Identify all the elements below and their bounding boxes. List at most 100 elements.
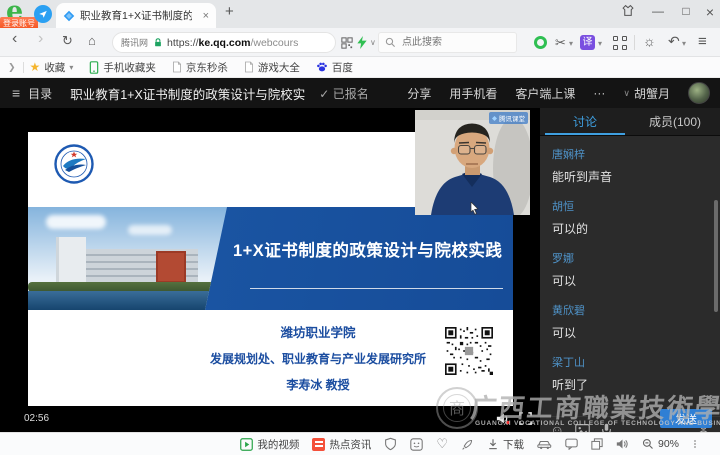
- star-icon: ★: [30, 60, 41, 74]
- search-input[interactable]: [400, 36, 500, 49]
- chat-tabs: 讨论 成员(100): [540, 108, 720, 136]
- hot-news-icon: [312, 438, 325, 451]
- scissors-dropdown-icon[interactable]: ▾: [569, 39, 573, 48]
- bookmark-games[interactable]: 游戏大全: [244, 60, 300, 75]
- download-button[interactable]: 下载: [487, 437, 524, 452]
- url-protocol: https://: [167, 37, 199, 49]
- fullscreen-icon[interactable]: [519, 412, 532, 425]
- campus-photo: [28, 207, 227, 310]
- bookmark-baidu[interactable]: 百度: [316, 60, 353, 75]
- toolbar-divider: [634, 35, 635, 50]
- feedback-bubble-icon[interactable]: [565, 438, 578, 450]
- toc-menu-icon[interactable]: ≡: [12, 85, 20, 101]
- mouse-cursor-icon: [470, 202, 479, 215]
- favorites-heart-icon[interactable]: ♡: [436, 436, 448, 452]
- quick-access-icon[interactable]: [34, 5, 52, 23]
- translate-dropdown-icon[interactable]: ▾: [598, 39, 602, 48]
- course-header: ≡ 目录 职业教育1+X证书制度的政策设计与院校实 ✓ 已报名 分享 用手机看 …: [0, 78, 720, 108]
- send-button[interactable]: 发送: [660, 409, 712, 428]
- chat-message: 梁丁山 听到了: [552, 354, 708, 393]
- volume-icon[interactable]: [496, 412, 510, 425]
- maximize-button[interactable]: □: [676, 4, 696, 18]
- toc-button[interactable]: 目录: [28, 85, 52, 102]
- page-icon: [244, 61, 254, 73]
- chat-message: 胡恒 可以的: [552, 198, 708, 237]
- client-app-button[interactable]: 客户端上课: [515, 85, 575, 102]
- minimize-button[interactable]: —: [648, 4, 668, 18]
- bookmark-label: 京东秒杀: [186, 60, 228, 75]
- zoom-control[interactable]: 90%: [642, 438, 679, 450]
- tab-title: 职业教育1+X证书制度的政策: [80, 8, 192, 23]
- slide-title: 1+X证书制度的政策设计与院校实践: [233, 237, 508, 261]
- my-videos-button[interactable]: 我的视频: [240, 437, 299, 452]
- daynight-mode-icon[interactable]: ☼: [643, 33, 656, 49]
- chat-scrollbar[interactable]: [714, 200, 718, 312]
- slide-speaker: 李寿冰 教授: [138, 376, 498, 393]
- hot-news-button[interactable]: 热点资讯: [312, 437, 371, 452]
- undo-history-icon[interactable]: ↶: [668, 33, 680, 50]
- play-video-icon: [240, 438, 253, 451]
- bookmark-mobile-favorites[interactable]: 手机收藏夹: [89, 60, 156, 75]
- resize-grip[interactable]: [694, 440, 696, 448]
- favorites-dropdown-icon[interactable]: ▾: [69, 63, 73, 72]
- flash-speed-icon[interactable]: [357, 36, 367, 52]
- chat-username: 罗娜: [552, 250, 708, 266]
- tab-bar: e 登录账号 职业教育1+X证书制度的政策 × + — □ ×: [0, 0, 720, 28]
- url-path: /webcours: [250, 37, 298, 49]
- tab-members[interactable]: 成员(100): [630, 108, 720, 135]
- more-menu-button[interactable]: ···: [593, 86, 605, 100]
- address-bar[interactable]: 腾讯网 https://ke.qq.com/webcours: [112, 32, 336, 53]
- undo-dropdown-icon[interactable]: ▾: [682, 39, 686, 48]
- url-host: ke.qq.com: [199, 37, 251, 49]
- forward-button[interactable]: ›: [38, 30, 43, 48]
- secure-lock-icon: [153, 37, 163, 48]
- check-icon: ✓: [319, 87, 329, 101]
- navigation-toolbar: ‹ › ↻ ⌂ 腾讯网 https://ke.qq.com/webcours ∨…: [0, 28, 720, 57]
- chat-text: 可以: [552, 272, 708, 289]
- back-button[interactable]: ‹: [12, 30, 17, 48]
- chat-username: 胡恒: [552, 198, 708, 214]
- reload-button[interactable]: ↻: [62, 33, 73, 49]
- watch-on-phone-button[interactable]: 用手机看: [449, 85, 497, 102]
- security-shield-icon[interactable]: [384, 437, 397, 451]
- bookmark-favorites[interactable]: ★ 收藏 ▾: [30, 60, 74, 75]
- window-close-button[interactable]: ×: [700, 4, 720, 20]
- chat-username: 黄欣碧: [552, 302, 708, 318]
- game-face-icon[interactable]: [410, 438, 423, 451]
- speaker-icon[interactable]: [616, 438, 629, 450]
- share-button[interactable]: 分享: [407, 85, 431, 102]
- avatar[interactable]: [688, 82, 710, 104]
- chat-text: 能听到声音: [552, 168, 708, 185]
- new-tab-button[interactable]: +: [225, 3, 234, 20]
- car-mode-icon[interactable]: [537, 438, 552, 450]
- user-menu[interactable]: ∨ 胡蟹月: [623, 85, 670, 102]
- cam-watermark: 腾讯课堂: [489, 112, 528, 124]
- home-button[interactable]: ⌂: [88, 33, 96, 48]
- restore-windows-icon[interactable]: [591, 438, 603, 450]
- bookmark-jd[interactable]: 京东秒杀: [172, 60, 228, 75]
- main-menu-icon[interactable]: ≡: [698, 33, 707, 50]
- apps-grid-icon[interactable]: [613, 36, 627, 50]
- slide-org1: 潍坊职业学院: [138, 322, 498, 341]
- theme-skin-icon[interactable]: [618, 4, 638, 20]
- chat-message: 罗娜 可以: [552, 250, 708, 289]
- adblock-icon[interactable]: [534, 36, 547, 49]
- bookmarks-sidebar-toggle-icon[interactable]: ❯: [8, 62, 24, 73]
- addressbar-dropdown-icon[interactable]: ∨: [370, 38, 376, 47]
- translate-icon[interactable]: 译: [580, 35, 595, 50]
- tab-close-icon[interactable]: ×: [203, 10, 209, 22]
- search-icon: [385, 37, 396, 48]
- browser-tab[interactable]: 职业教育1+X证书制度的政策 ×: [56, 3, 216, 28]
- slide-title-band: 1+X证书制度的政策设计与院校实践: [28, 207, 513, 310]
- download-icon: [487, 438, 499, 451]
- qr-code: [445, 327, 493, 375]
- user-chevron-icon: ∨: [623, 88, 630, 99]
- video-player[interactable]: 1+X证书制度的政策设计与院校实践 潍坊职业学院 发展规划处、职业教育与产业发展…: [0, 108, 540, 432]
- search-box[interactable]: [378, 32, 517, 53]
- game-rocket-icon[interactable]: [461, 438, 474, 451]
- qr-code-icon[interactable]: [341, 37, 353, 52]
- bookmarks-bar: ❯ ★ 收藏 ▾ 手机收藏夹 京东秒杀 游戏大全 百度: [0, 57, 720, 78]
- tab-discussion[interactable]: 讨论: [540, 108, 630, 135]
- bookmark-label: 收藏: [44, 60, 65, 75]
- screenshot-scissors-icon[interactable]: ✂: [555, 35, 566, 51]
